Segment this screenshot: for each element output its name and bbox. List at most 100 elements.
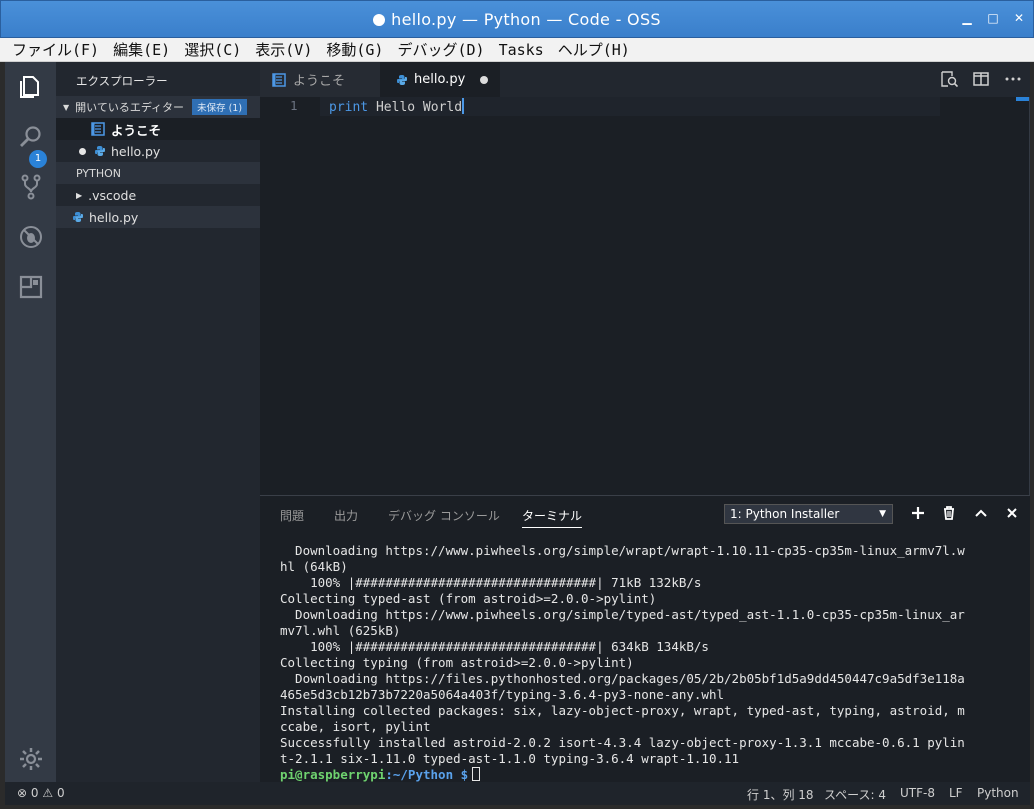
- terminal-select-value: 1: Python Installer: [730, 507, 840, 521]
- code-line[interactable]: print Hello World: [329, 98, 465, 115]
- terminal-line: 100% |################################| …: [280, 639, 709, 654]
- indentation[interactable]: スペース: 4: [824, 786, 886, 803]
- terminal-line: 465e5d3cb12b73b7220a5064a403f/typing-3.6…: [280, 687, 725, 702]
- unsaved-dot-icon[interactable]: [480, 76, 488, 84]
- text-cursor: [462, 98, 465, 114]
- terminal-line: t-2.1.1 six-1.11.0 typed-ast-1.1.0 typin…: [280, 751, 740, 766]
- menu-file[interactable]: ファイル(F): [12, 39, 99, 60]
- window-title-text: hello.py — Python — Code - OSS: [391, 10, 661, 29]
- language-mode[interactable]: Python: [977, 786, 1019, 800]
- menu-help[interactable]: ヘルプ(H): [558, 39, 630, 60]
- code-editor[interactable]: 1 print Hello World: [260, 97, 1030, 495]
- warning-icon: ⚠: [42, 786, 54, 800]
- panel-tab-terminal[interactable]: ターミナル: [522, 507, 583, 528]
- terminal-line: ccabe, isort, pylint: [280, 719, 431, 734]
- folder-item-hello-py[interactable]: hello.py: [56, 206, 260, 228]
- explorer-sidebar: エクスプローラー ▼ 開いているエディター 未保存 (1) ようこそ hello…: [56, 62, 260, 782]
- terminal-prompt: pi@raspberrypi:~/Python $: [280, 767, 1020, 783]
- terminal-line: Collecting typed-ast (from astroid>=2.0.…: [280, 591, 657, 606]
- open-editor-hello-py[interactable]: hello.py: [56, 140, 260, 162]
- warning-count: 0: [56, 786, 65, 800]
- sidebar-title: エクスプローラー: [76, 74, 168, 88]
- terminal-line: Collecting typing (from astroid>=2.0.0->…: [280, 655, 634, 670]
- terminal-line: mv7l.whl (625kB): [280, 623, 401, 638]
- modified-dot-icon: [79, 147, 86, 155]
- terminal-line: Downloading https://www.piwheels.org/sim…: [280, 607, 965, 622]
- menu-view[interactable]: 表示(V): [255, 39, 312, 60]
- unsaved-badge: 未保存 (1): [192, 99, 248, 115]
- maximize-panel-icon[interactable]: [973, 505, 989, 521]
- tab-welcome[interactable]: ようこそ: [260, 62, 380, 97]
- minimize-button[interactable]: ▁: [961, 11, 973, 25]
- terminal-line: Installing collected packages: six, lazy…: [280, 703, 965, 718]
- terminal-line: Successfully installed astroid-2.0.2 iso…: [280, 735, 965, 750]
- new-terminal-icon[interactable]: [910, 505, 926, 521]
- editor-scrollbar[interactable]: [1029, 97, 1030, 495]
- search-icon[interactable]: [18, 124, 44, 150]
- open-editor-welcome-label: ようこそ: [111, 122, 162, 138]
- more-actions-icon[interactable]: [1004, 70, 1022, 88]
- window-titlebar: hello.py — Python — Code - OSS ▁ □ ✕: [0, 0, 1034, 38]
- welcome-icon: [272, 72, 286, 87]
- code-keyword: print: [329, 100, 369, 115]
- close-window-button[interactable]: ✕: [1013, 11, 1025, 25]
- line-number: 1: [290, 98, 298, 113]
- editor-tab-bar: ようこそ hello.py: [260, 62, 1030, 97]
- line-ending[interactable]: LF: [949, 786, 963, 800]
- panel-tab-output[interactable]: 出力: [334, 507, 358, 524]
- open-editor-hello-py-label: hello.py: [111, 143, 161, 159]
- prompt-path: :~/Python $: [385, 767, 469, 782]
- terminal-cursor: [472, 767, 481, 781]
- terminal-line: 100% |################################| …: [280, 575, 702, 590]
- python-file-icon: [73, 212, 83, 222]
- terminal-line: Downloading https://files.pythonhosted.o…: [280, 671, 965, 686]
- expand-triangle-icon: ▶: [76, 190, 83, 200]
- source-control-icon[interactable]: [18, 174, 44, 200]
- open-editor-welcome[interactable]: ようこそ: [56, 118, 260, 140]
- terminal-line: hl (64kB): [280, 559, 348, 574]
- panel-tab-debug-console[interactable]: デバッグ コンソール: [388, 507, 500, 524]
- scrollbar-cursor-marker: [1016, 97, 1030, 101]
- open-editors-header[interactable]: ▼ 開いているエディター 未保存 (1): [56, 96, 260, 118]
- code-text: Hello World: [368, 100, 463, 115]
- menu-tasks[interactable]: Tasks: [499, 41, 544, 59]
- open-preview-icon[interactable]: [940, 70, 958, 88]
- folder-item-vscode-label: .vscode: [88, 187, 137, 203]
- terminal-line: Downloading https://www.piwheels.org/sim…: [280, 543, 965, 558]
- window-title: hello.py — Python — Code - OSS: [1, 10, 1033, 29]
- window-frame-right: [1030, 62, 1034, 809]
- activity-bar: 1: [5, 62, 56, 782]
- python-folder-header[interactable]: PYTHON: [56, 162, 260, 184]
- error-icon: ⊗: [17, 786, 28, 800]
- gear-icon[interactable]: [18, 746, 44, 772]
- debug-icon[interactable]: [18, 224, 44, 250]
- cursor-position[interactable]: 行 1、列 18: [747, 786, 814, 803]
- explorer-badge: 1: [29, 150, 47, 168]
- menu-debug[interactable]: デバッグ(D): [397, 39, 484, 60]
- terminal-output[interactable]: Downloading https://www.piwheels.org/sim…: [280, 543, 1020, 783]
- open-editors-label: 開いているエディター: [75, 101, 185, 114]
- folder-label: PYTHON: [76, 166, 121, 180]
- split-editor-icon[interactable]: [972, 70, 990, 88]
- collapse-triangle-icon: ▼: [63, 102, 70, 112]
- maximize-button[interactable]: □: [987, 11, 999, 25]
- tab-hello-py[interactable]: hello.py: [380, 62, 500, 97]
- extensions-icon[interactable]: [18, 274, 44, 300]
- menu-go[interactable]: 移動(G): [326, 39, 383, 60]
- python-file-icon: [397, 74, 407, 85]
- menu-edit[interactable]: 編集(E): [113, 39, 170, 60]
- prompt-user: pi@raspberrypi: [280, 767, 386, 782]
- terminal-select[interactable]: 1: Python Installer ▼: [724, 504, 893, 524]
- close-panel-icon[interactable]: [1004, 505, 1020, 521]
- panel-tab-problems[interactable]: 問題: [280, 507, 304, 524]
- chevron-down-icon: ▼: [879, 509, 886, 519]
- tab-hello-py-label: hello.py: [414, 72, 466, 87]
- encoding[interactable]: UTF-8: [900, 786, 935, 800]
- error-count: 0: [30, 786, 39, 800]
- explorer-icon[interactable]: [18, 74, 44, 100]
- folder-item-vscode[interactable]: ▶ .vscode: [56, 184, 260, 206]
- trash-icon[interactable]: [941, 505, 957, 521]
- tab-welcome-label: ようこそ: [293, 74, 346, 89]
- problems-indicator[interactable]: ⊗ 0 ⚠ 0: [17, 786, 65, 800]
- menu-selection[interactable]: 選択(C): [184, 39, 241, 60]
